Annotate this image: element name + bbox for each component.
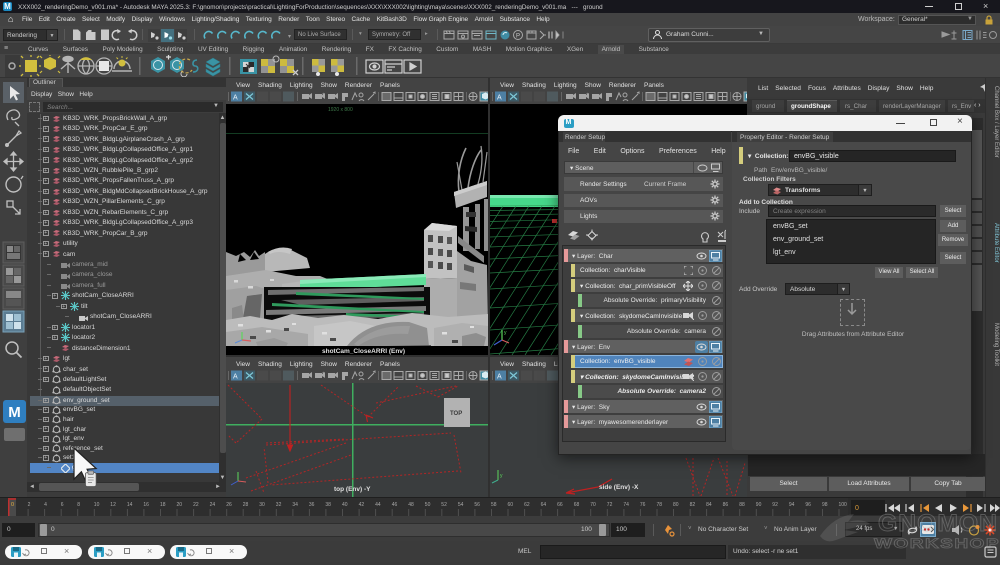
svg-text:56: 56 [474, 502, 480, 508]
svg-text:6: 6 [61, 502, 64, 508]
svg-text:58: 58 [491, 502, 497, 508]
svg-text:82: 82 [690, 502, 696, 508]
svg-text:50: 50 [425, 502, 431, 508]
svg-text:38: 38 [325, 502, 331, 508]
svg-text:90: 90 [756, 502, 762, 508]
svg-text:48: 48 [408, 502, 414, 508]
svg-text:78: 78 [657, 502, 663, 508]
svg-text:28: 28 [243, 502, 249, 508]
svg-text:30: 30 [259, 502, 265, 508]
svg-text:84: 84 [706, 502, 712, 508]
svg-text:46: 46 [392, 502, 398, 508]
svg-text:86: 86 [723, 502, 729, 508]
svg-text:20: 20 [177, 502, 183, 508]
svg-text:92: 92 [772, 502, 778, 508]
svg-text:98: 98 [822, 502, 828, 508]
svg-text:62: 62 [524, 502, 530, 508]
svg-text:96: 96 [805, 502, 811, 508]
svg-text:2: 2 [28, 502, 31, 508]
svg-text:10: 10 [94, 502, 100, 508]
svg-text:0: 0 [855, 505, 859, 512]
svg-text:52: 52 [441, 502, 447, 508]
svg-text:88: 88 [739, 502, 745, 508]
svg-text:40: 40 [342, 502, 348, 508]
svg-text:72: 72 [607, 502, 613, 508]
svg-text:80: 80 [673, 502, 679, 508]
svg-text:1920 x 800: 1920 x 800 [328, 107, 353, 113]
svg-text:44: 44 [375, 502, 381, 508]
svg-text:14: 14 [127, 502, 133, 508]
svg-text:60: 60 [508, 502, 514, 508]
svg-text:0: 0 [11, 502, 14, 508]
svg-text:12: 12 [110, 502, 116, 508]
svg-text:P: P [516, 34, 520, 40]
svg-text:36: 36 [309, 502, 315, 508]
svg-text:A: A [497, 95, 502, 102]
svg-text:A: A [233, 374, 238, 381]
svg-text:A: A [497, 374, 502, 381]
svg-text:64: 64 [541, 502, 547, 508]
svg-text:top (Env) -Y: top (Env) -Y [334, 486, 371, 493]
svg-text:TOP: TOP [450, 411, 462, 417]
svg-text:side (Env) -X: side (Env) -X [599, 484, 639, 491]
svg-text:26: 26 [226, 502, 232, 508]
svg-text:18: 18 [160, 502, 166, 508]
svg-text:66: 66 [557, 502, 563, 508]
svg-text:4: 4 [44, 502, 47, 508]
svg-text:94: 94 [789, 502, 795, 508]
svg-text:70: 70 [590, 502, 596, 508]
svg-text:22: 22 [193, 502, 199, 508]
svg-text:74: 74 [623, 502, 629, 508]
svg-text:54: 54 [458, 502, 464, 508]
svg-text:shotCam_CloseARRI (Env): shotCam_CloseARRI (Env) [322, 348, 405, 355]
svg-text:76: 76 [640, 502, 646, 508]
svg-text:24: 24 [210, 502, 216, 508]
svg-text:8: 8 [77, 502, 80, 508]
svg-text:▾: ▾ [288, 34, 291, 40]
svg-text:32: 32 [276, 502, 282, 508]
svg-text:A: A [233, 95, 238, 102]
svg-text:M: M [8, 404, 21, 421]
svg-text:34: 34 [292, 502, 298, 508]
svg-text:42: 42 [359, 502, 365, 508]
svg-text:68: 68 [574, 502, 580, 508]
svg-text:100: 100 [839, 502, 848, 508]
svg-text:16: 16 [143, 502, 149, 508]
